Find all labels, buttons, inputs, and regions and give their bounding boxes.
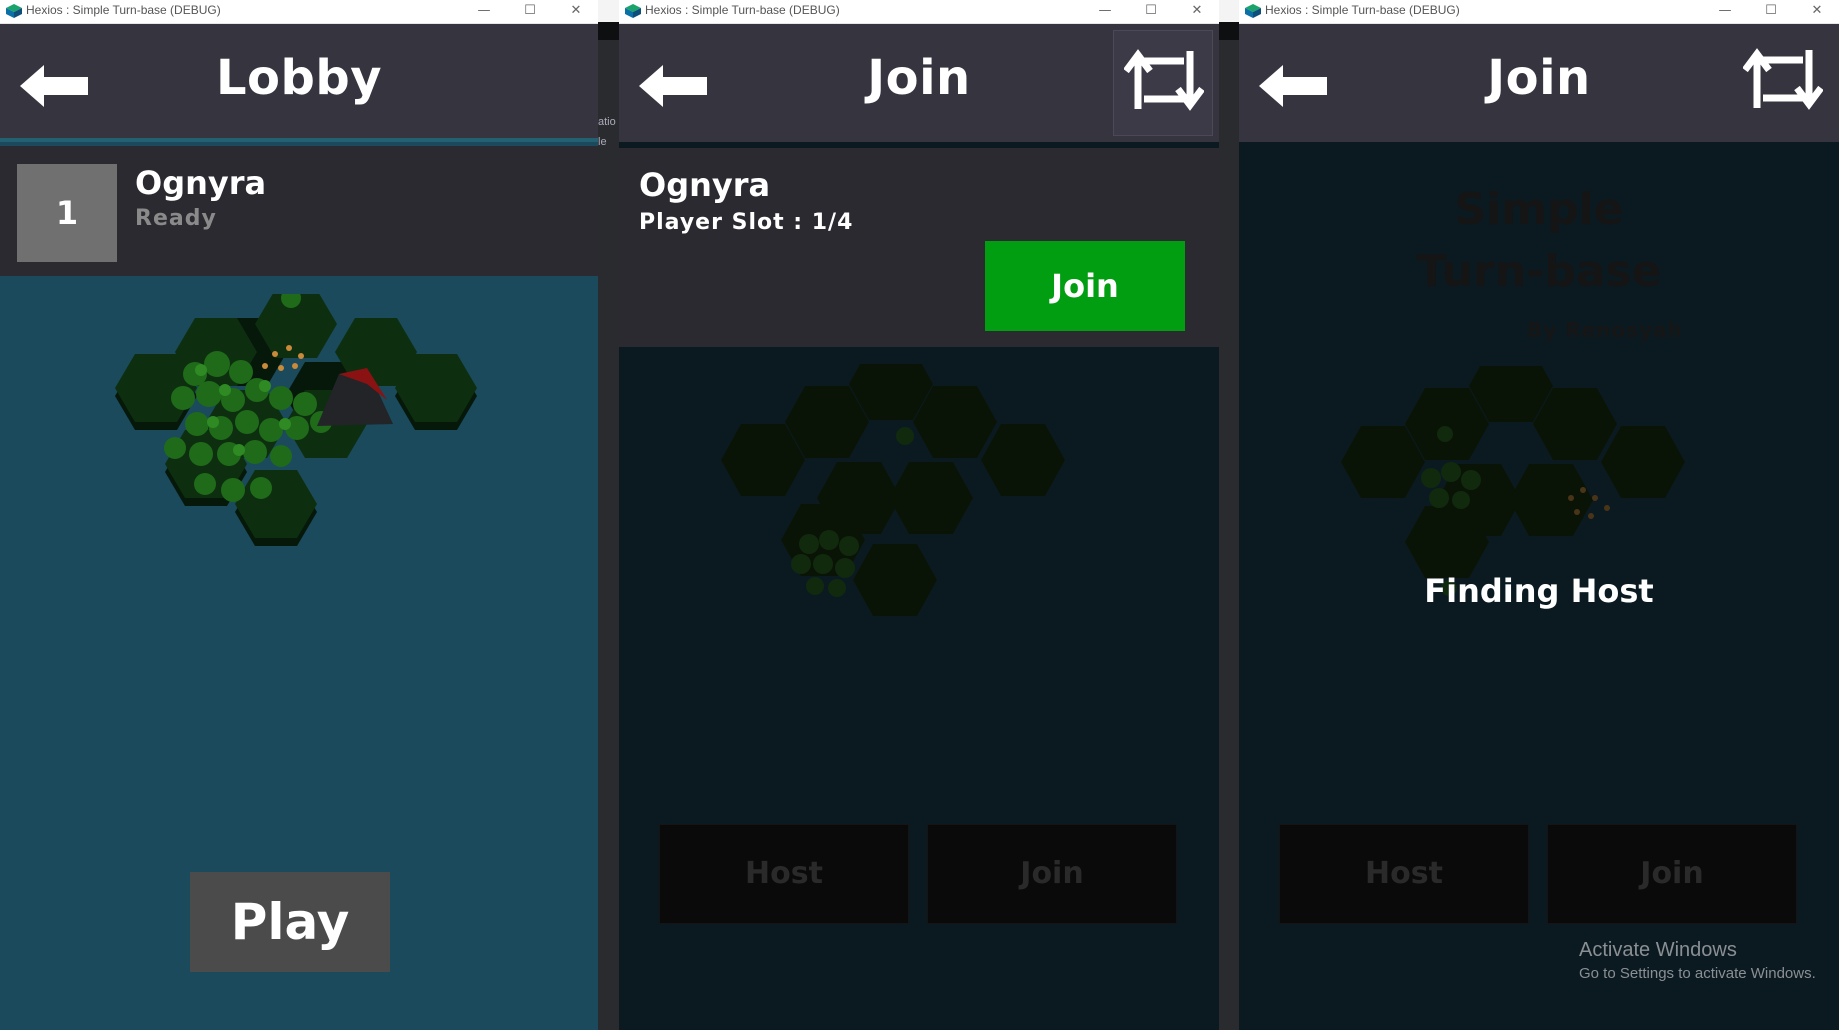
window-titlebar[interactable]: Hexios : Simple Turn-base (DEBUG) — ☐ ✕: [0, 0, 598, 24]
background-window-sliver: atio le: [598, 0, 619, 1030]
join-screen: Join Simple Turn-base By Renosyah Findin…: [1239, 24, 1839, 1030]
window-title: Hexios : Simple Turn-base (DEBUG): [1265, 3, 1460, 17]
maximize-button[interactable]: ☐: [1129, 0, 1173, 24]
app-header: Join: [1239, 24, 1839, 142]
lobby-screen: Lobby 1 Ognyra Ready Play: [0, 24, 598, 1030]
room-player-slots: Player Slot : 1/4: [639, 210, 854, 235]
close-button[interactable]: ✕: [554, 0, 598, 24]
activate-windows-watermark: Activate Windows: [1579, 939, 1737, 961]
join-window: Hexios : Simple Turn-base (DEBUG) — ☐ ✕ …: [619, 0, 1219, 1030]
refresh-icon: [1124, 49, 1204, 111]
background-text: atio: [598, 116, 616, 128]
window-titlebar[interactable]: Hexios : Simple Turn-base (DEBUG) — ☐ ✕: [1239, 0, 1839, 24]
join-room-button[interactable]: Join: [985, 241, 1185, 331]
window-titlebar[interactable]: Hexios : Simple Turn-base (DEBUG) — ☐ ✕: [619, 0, 1219, 24]
background-titlebar: [598, 0, 619, 22]
background-titlebar: [1219, 0, 1239, 22]
finding-host-window: Hexios : Simple Turn-base (DEBUG) — ☐ ✕ …: [1239, 0, 1839, 1030]
background-text: le: [598, 136, 607, 148]
background-game-title: Simple: [1454, 184, 1624, 235]
close-button[interactable]: ✕: [1795, 0, 1839, 24]
player-status: Ready: [135, 206, 217, 231]
background-toolbar: [598, 22, 619, 40]
refresh-button[interactable]: [1733, 30, 1833, 136]
hex-island-map: [115, 294, 477, 546]
refresh-icon: [1743, 48, 1823, 110]
background-game-title: Turn-base: [1416, 246, 1662, 297]
join-button: Join: [1547, 824, 1797, 924]
player-name: Ognyra: [135, 164, 267, 202]
refresh-button[interactable]: [1113, 30, 1213, 136]
window-title: Hexios : Simple Turn-base (DEBUG): [645, 3, 840, 17]
player-slot-number: 1: [17, 164, 117, 262]
hex-island-map: [721, 364, 1065, 616]
play-button[interactable]: Play: [190, 872, 390, 972]
finding-host-status: Finding Host: [1424, 572, 1654, 610]
app-icon: [1245, 4, 1261, 18]
window-title: Hexios : Simple Turn-base (DEBUG): [26, 3, 221, 17]
room-name: Ognyra: [639, 166, 771, 204]
app-header: Join: [619, 24, 1219, 142]
player-row: 1 Ognyra Ready: [0, 146, 598, 276]
activate-windows-subtitle: Go to Settings to activate Windows.: [1579, 965, 1816, 982]
room-card: Ognyra Player Slot : 1/4 Join: [619, 148, 1219, 347]
page-title: Lobby: [215, 50, 383, 106]
join-screen: Join Ognyra Player Slot : 1/4 Join Host …: [619, 24, 1219, 1030]
app-icon: [6, 4, 22, 18]
maximize-button[interactable]: ☐: [508, 0, 552, 24]
background-window-sliver: [1219, 0, 1239, 1030]
background-toolbar: [1219, 22, 1239, 40]
join-button: Join: [927, 824, 1177, 924]
app-header: Lobby: [0, 24, 598, 142]
minimize-button[interactable]: —: [1703, 0, 1747, 24]
maximize-button[interactable]: ☐: [1749, 0, 1793, 24]
close-button[interactable]: ✕: [1175, 0, 1219, 24]
host-button: Host: [659, 824, 909, 924]
hex-island-map: [1341, 366, 1685, 596]
background-author: By Renosyah: [1527, 318, 1683, 342]
minimize-button[interactable]: —: [1083, 0, 1127, 24]
host-button: Host: [1279, 824, 1529, 924]
minimize-button[interactable]: —: [462, 0, 506, 24]
app-icon: [625, 4, 641, 18]
lobby-window: Hexios : Simple Turn-base (DEBUG) — ☐ ✕ …: [0, 0, 598, 1030]
